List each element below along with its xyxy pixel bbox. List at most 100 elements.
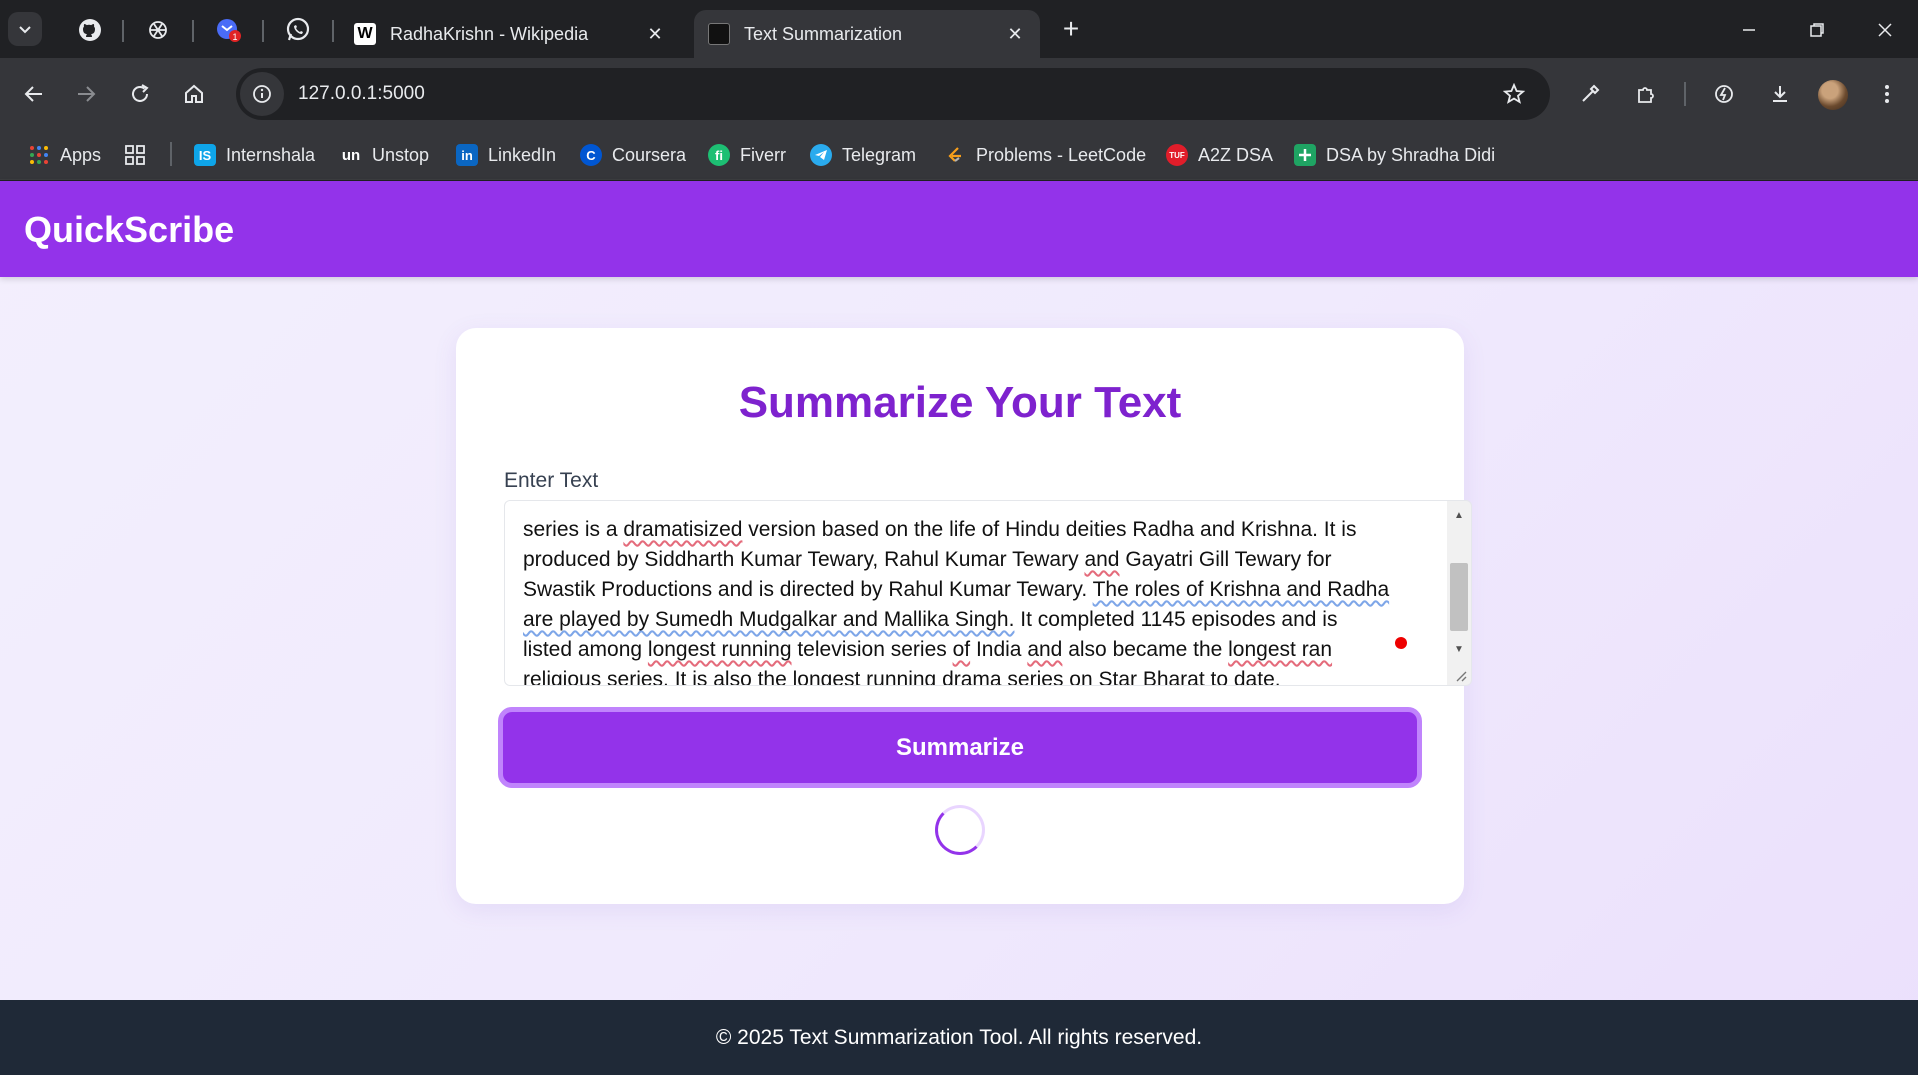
puzzle-icon <box>1638 87 1654 103</box>
extensions-button[interactable] <box>1626 74 1666 114</box>
spelling-error[interactable]: longest ran <box>1228 638 1332 661</box>
grid-icon <box>125 145 145 165</box>
arrow-left-icon <box>24 86 42 102</box>
spelling-error[interactable]: longest running <box>648 638 792 661</box>
tab-search-button[interactable] <box>8 12 42 46</box>
coursera-icon: C <box>580 144 602 166</box>
text-line <box>523 501 1373 515</box>
bookmark-label: DSA by Shradha Didi <box>1326 144 1496 165</box>
home-button[interactable] <box>174 74 214 114</box>
grammar-suggestion[interactable]: are played by Sumedh Mudgalkar and Malli… <box>523 608 1014 631</box>
spelling-error[interactable]: dramatisized <box>623 518 742 541</box>
url-text[interactable]: 127.0.0.1:5000 <box>298 83 1494 105</box>
bookmark-unstop[interactable]: un Unstop <box>340 139 429 171</box>
grammar-suggestion[interactable]: The roles of Krishna and Radha <box>1093 578 1390 601</box>
summarize-button[interactable]: Summarize <box>498 707 1422 788</box>
chatgpt-icon <box>149 21 167 39</box>
mail-icon: 1 <box>217 19 241 42</box>
tab-title: Text Summarization <box>744 23 903 44</box>
toolbar-separator <box>1684 82 1686 106</box>
scrollbar-thumb[interactable] <box>1450 563 1468 631</box>
menu-button[interactable] <box>1867 74 1907 114</box>
pinned-tab-github[interactable] <box>74 14 106 46</box>
scroll-up-arrow-icon[interactable]: ▲ <box>1447 503 1471 527</box>
close-icon[interactable]: ✕ <box>644 23 666 45</box>
bookmark-label: Internshala <box>226 144 316 165</box>
telegram-icon <box>810 144 832 166</box>
wikipedia-icon: W <box>354 23 376 45</box>
eyedropper-button[interactable] <box>1570 74 1610 114</box>
text-input-content[interactable]: series is a dramatisized version based o… <box>523 501 1389 685</box>
text-input-label: Enter Text <box>504 469 599 492</box>
linkedin-icon: in <box>456 144 478 166</box>
reload-button[interactable] <box>120 74 160 114</box>
tab-separator <box>262 20 264 42</box>
text-line: religious series. It is also the longest… <box>523 665 1373 685</box>
summarize-card: Summarize Your Text Enter Text series is… <box>456 328 1472 904</box>
tab-wikipedia[interactable]: W RadhaKrishn - Wikipedia ✕ <box>340 10 680 58</box>
performance-button[interactable] <box>1704 74 1744 114</box>
bookmark-internshala[interactable]: IS Internshala <box>194 139 315 171</box>
loading-spinner <box>935 805 985 855</box>
text-line: series is a dramatisized version based o… <box>523 518 1357 541</box>
minimize-icon <box>1743 29 1755 31</box>
bookmarks-bar: Apps IS Internshala un Unstop in LinkedI… <box>0 130 1918 180</box>
tab-separator <box>332 20 334 42</box>
app-header: QuickScribe <box>0 181 1918 277</box>
pinned-tab-whatsapp[interactable] <box>282 14 314 46</box>
bookmark-apps[interactable]: Apps <box>28 139 101 171</box>
spelling-error[interactable]: of <box>953 638 971 661</box>
address-bar[interactable]: 127.0.0.1:5000 <box>236 68 1550 120</box>
bookmark-fiverr[interactable]: fi Fiverr <box>708 139 786 171</box>
tab-groups-button[interactable] <box>124 139 146 171</box>
site-info-button[interactable] <box>240 72 284 116</box>
page-footer: © 2025 Text Summarization Tool. All righ… <box>0 1000 1918 1075</box>
bookmark-a2z-dsa[interactable]: TUF A2Z DSA <box>1166 139 1273 171</box>
bookmark-dsa-shradha[interactable]: DSA by Shradha Didi <box>1294 139 1495 171</box>
close-icon[interactable]: ✕ <box>1004 23 1026 45</box>
bookmark-label: Telegram <box>842 144 917 165</box>
bookmark-star-button[interactable] <box>1494 74 1534 114</box>
back-button[interactable] <box>14 74 54 114</box>
tab-separator <box>192 20 194 42</box>
tab-separator <box>122 20 124 42</box>
fiverr-icon: fi <box>708 144 730 166</box>
home-icon <box>185 84 203 103</box>
bookmark-label: Fiverr <box>740 144 786 165</box>
eyedropper-icon <box>1582 84 1600 102</box>
brand-logo[interactable]: QuickScribe <box>24 209 234 251</box>
forward-button[interactable] <box>66 74 106 114</box>
bookmark-label: LinkedIn <box>488 144 557 165</box>
profile-avatar[interactable] <box>1818 80 1848 110</box>
page-viewport: QuickScribe Summarize Your Text Enter Te… <box>0 181 1918 1075</box>
bookmark-label: Coursera <box>612 144 687 165</box>
bookmark-linkedin[interactable]: in LinkedIn <box>456 139 556 171</box>
more-vertical-icon <box>1885 85 1889 103</box>
tab-strip: 1 W RadhaKrishn - Wikipedia ✕ Text Summa… <box>0 0 1918 58</box>
textarea-scrollbar[interactable]: ▲ ▼ <box>1447 501 1471 685</box>
text-line: listed among longest running television … <box>523 638 1333 661</box>
spelling-error[interactable]: and <box>1027 638 1062 661</box>
unstop-icon: un <box>341 146 361 164</box>
new-tab-button[interactable]: + <box>1056 13 1086 44</box>
apps-grid-icon <box>28 144 50 166</box>
close-window-button[interactable] <box>1862 12 1908 48</box>
spelling-error[interactable]: and <box>1084 548 1119 571</box>
scroll-down-arrow-icon[interactable]: ▼ <box>1447 637 1471 661</box>
bookmark-label: Unstop <box>372 144 430 165</box>
github-icon <box>79 19 101 41</box>
bookmark-coursera[interactable]: C Coursera <box>580 139 686 171</box>
pinned-tab-chatgpt[interactable] <box>142 14 174 46</box>
downloads-button[interactable] <box>1760 74 1800 114</box>
restore-button[interactable] <box>1794 12 1840 48</box>
bookmark-telegram[interactable]: Telegram <box>810 139 916 171</box>
bookmark-leetcode[interactable]: Problems - LeetCode <box>944 139 1146 171</box>
text-line: are played by Sumedh Mudgalkar and Malli… <box>523 608 1338 631</box>
tab-text-summarization[interactable]: Text Summarization ✕ <box>694 10 1040 58</box>
minimize-button[interactable] <box>1726 12 1772 48</box>
reload-icon <box>132 84 149 102</box>
spelling-error[interactable]: longest running <box>793 668 937 685</box>
pinned-tab-mail[interactable]: 1 <box>212 14 244 46</box>
text-input[interactable]: series is a dramatisized version based o… <box>504 500 1472 686</box>
resize-handle-icon[interactable] <box>1453 668 1467 682</box>
